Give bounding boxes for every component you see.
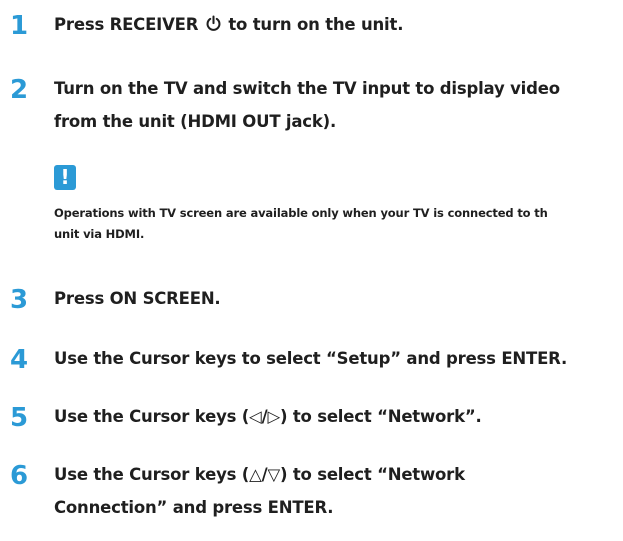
step-text-part: Press RECEIVER	[54, 15, 204, 34]
caution-icon: !	[54, 165, 76, 190]
step-text-line: Use the Cursor keys (△/▽) to select “Net…	[54, 465, 465, 484]
step-number: 1	[9, 11, 29, 41]
step-number: 2	[9, 75, 29, 105]
step-number: 4	[9, 345, 29, 375]
step-text: Use the Cursor keys (◁/▷) to select “Net…	[54, 407, 482, 426]
step-text-part: to turn on the unit.	[222, 15, 404, 34]
step-number: 6	[9, 461, 29, 491]
step-text: Press ON SCREEN.	[54, 289, 221, 308]
step-text-line: from the unit (HDMI OUT jack).	[54, 112, 337, 131]
note-line: unit via HDMI.	[54, 227, 145, 241]
step-text: Use the Cursor keys to select “Setup” an…	[54, 349, 568, 368]
power-icon	[205, 15, 222, 32]
step-text: Press RECEIVER to turn on the unit.	[54, 8, 621, 41]
caution-note: Operations with TV screen are available …	[54, 203, 623, 245]
step-text: Use the Cursor keys (△/▽) to select “Net…	[54, 458, 621, 524]
step-text-line: Turn on the TV and switch the TV input t…	[54, 79, 560, 98]
note-line: Operations with TV screen are available …	[54, 206, 548, 220]
step-text-line: Connection” and press ENTER.	[54, 498, 334, 517]
step-text: Turn on the TV and switch the TV input t…	[54, 72, 621, 138]
step-number: 3	[9, 285, 29, 315]
step-number: 5	[9, 403, 29, 433]
